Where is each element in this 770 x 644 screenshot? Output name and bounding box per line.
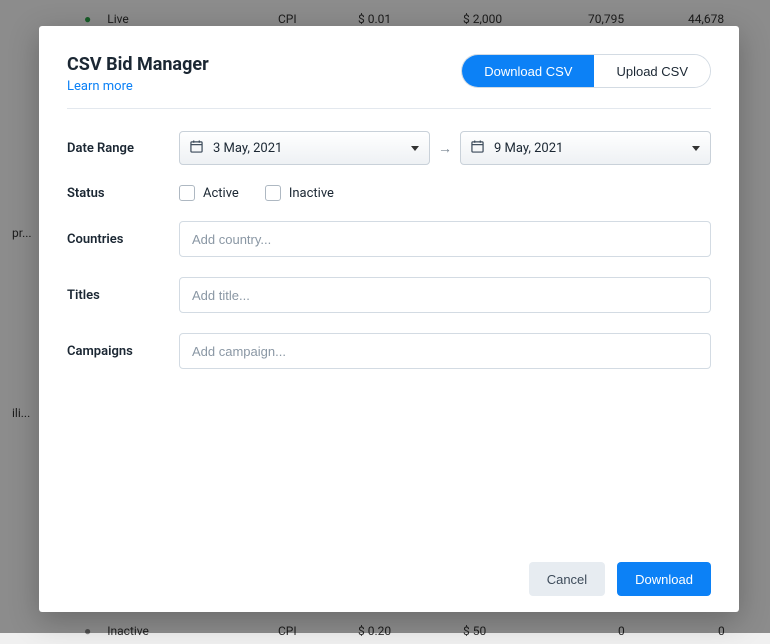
status-active-checkbox[interactable]: Active: [179, 185, 239, 201]
download-csv-tab[interactable]: Download CSV: [462, 55, 594, 87]
titles-label: Titles: [67, 288, 179, 303]
chevron-down-icon: [411, 146, 419, 151]
titles-input[interactable]: [179, 277, 711, 313]
countries-label: Countries: [67, 232, 179, 247]
modal-header: CSV Bid Manager Learn more Download CSV …: [39, 26, 739, 108]
upload-csv-tab[interactable]: Upload CSV: [594, 55, 710, 87]
status-inactive-checkbox[interactable]: Inactive: [265, 185, 334, 201]
checkbox-icon: [265, 185, 281, 201]
calendar-icon: [471, 140, 484, 157]
date-start-value: 3 May, 2021: [213, 141, 411, 156]
csv-bid-manager-modal: CSV Bid Manager Learn more Download CSV …: [39, 26, 739, 612]
date-range-label: Date Range: [67, 141, 179, 156]
csv-mode-toggle: Download CSV Upload CSV: [461, 54, 711, 88]
checkbox-icon: [179, 185, 195, 201]
status-inactive-label: Inactive: [289, 186, 334, 201]
modal-title: CSV Bid Manager: [67, 54, 209, 75]
calendar-icon: [190, 140, 203, 157]
date-end-picker[interactable]: 9 May, 2021: [460, 131, 711, 165]
countries-input[interactable]: [179, 221, 711, 257]
modal-footer: Cancel Download: [39, 546, 739, 612]
date-start-picker[interactable]: 3 May, 2021: [179, 131, 430, 165]
status-active-label: Active: [203, 186, 239, 201]
campaigns-input[interactable]: [179, 333, 711, 369]
date-end-value: 9 May, 2021: [494, 141, 692, 156]
status-label: Status: [67, 186, 179, 201]
learn-more-link[interactable]: Learn more: [67, 79, 209, 94]
arrow-right-icon: →: [438, 140, 452, 157]
campaigns-label: Campaigns: [67, 344, 179, 359]
cancel-button[interactable]: Cancel: [529, 562, 605, 596]
download-button[interactable]: Download: [617, 562, 711, 596]
chevron-down-icon: [692, 146, 700, 151]
modal-form: Date Range 3 May, 2021 → 9 May, 2021: [39, 109, 739, 546]
